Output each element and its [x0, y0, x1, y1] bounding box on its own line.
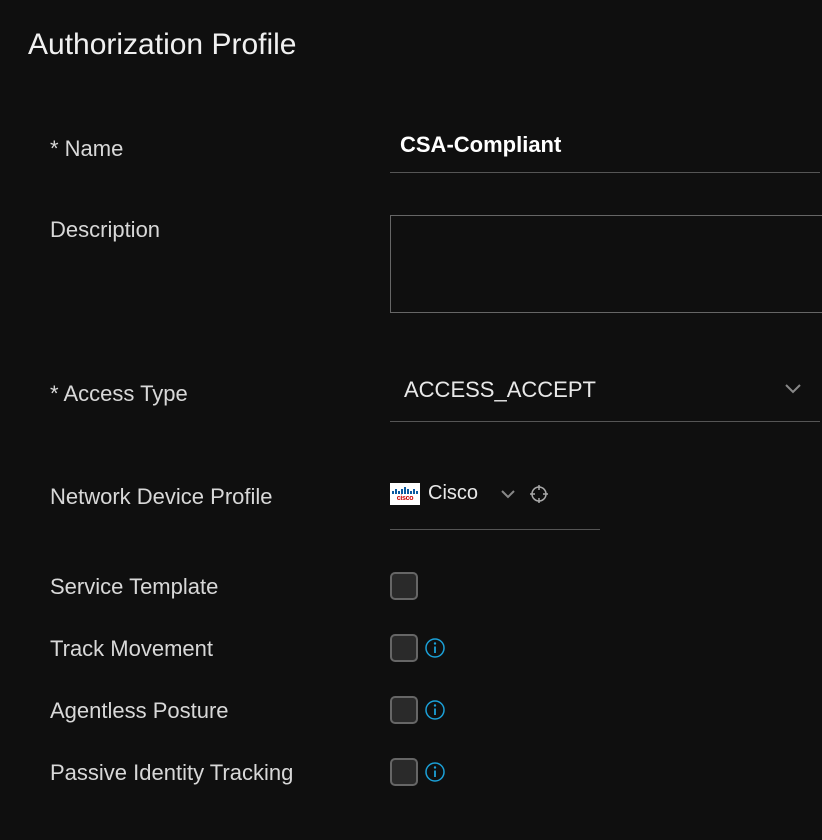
passive-identity-tracking-row: Passive Identity Tracking — [28, 758, 822, 786]
service-template-row: Service Template — [28, 572, 822, 600]
agentless-posture-checkbox[interactable] — [390, 696, 418, 724]
info-icon[interactable] — [424, 761, 446, 783]
track-movement-row: Track Movement — [28, 634, 822, 662]
network-device-profile-row: Network Device Profile cisco Cisco — [28, 482, 822, 530]
passive-identity-tracking-label: Passive Identity Tracking — [50, 758, 390, 786]
network-device-profile-label: Network Device Profile — [50, 482, 390, 510]
description-textarea[interactable] — [390, 215, 822, 313]
target-icon[interactable] — [530, 485, 548, 503]
info-icon[interactable] — [424, 637, 446, 659]
agentless-posture-label: Agentless Posture — [50, 696, 390, 724]
passive-identity-tracking-checkbox[interactable] — [390, 758, 418, 786]
access-type-row: * Access Type ACCESS_ACCEPT — [28, 363, 822, 422]
description-label: Description — [50, 215, 390, 243]
agentless-posture-row: Agentless Posture — [28, 696, 822, 724]
chevron-down-icon — [500, 489, 516, 499]
name-input[interactable] — [390, 122, 820, 173]
service-template-checkbox[interactable] — [390, 572, 418, 600]
cisco-logo-icon: cisco — [390, 483, 420, 505]
page-title: Authorization Profile — [28, 28, 822, 62]
access-type-select[interactable]: ACCESS_ACCEPT — [390, 363, 820, 422]
track-movement-checkbox[interactable] — [390, 634, 418, 662]
network-device-profile-value: Cisco — [428, 482, 478, 505]
info-icon[interactable] — [424, 699, 446, 721]
service-template-label: Service Template — [50, 572, 390, 600]
name-label: * Name — [50, 122, 390, 162]
name-row: * Name — [28, 122, 822, 173]
access-type-label: * Access Type — [50, 379, 390, 407]
track-movement-label: Track Movement — [50, 634, 390, 662]
network-device-profile-select[interactable]: cisco Cisco — [390, 482, 600, 530]
description-row: Description — [28, 215, 822, 313]
